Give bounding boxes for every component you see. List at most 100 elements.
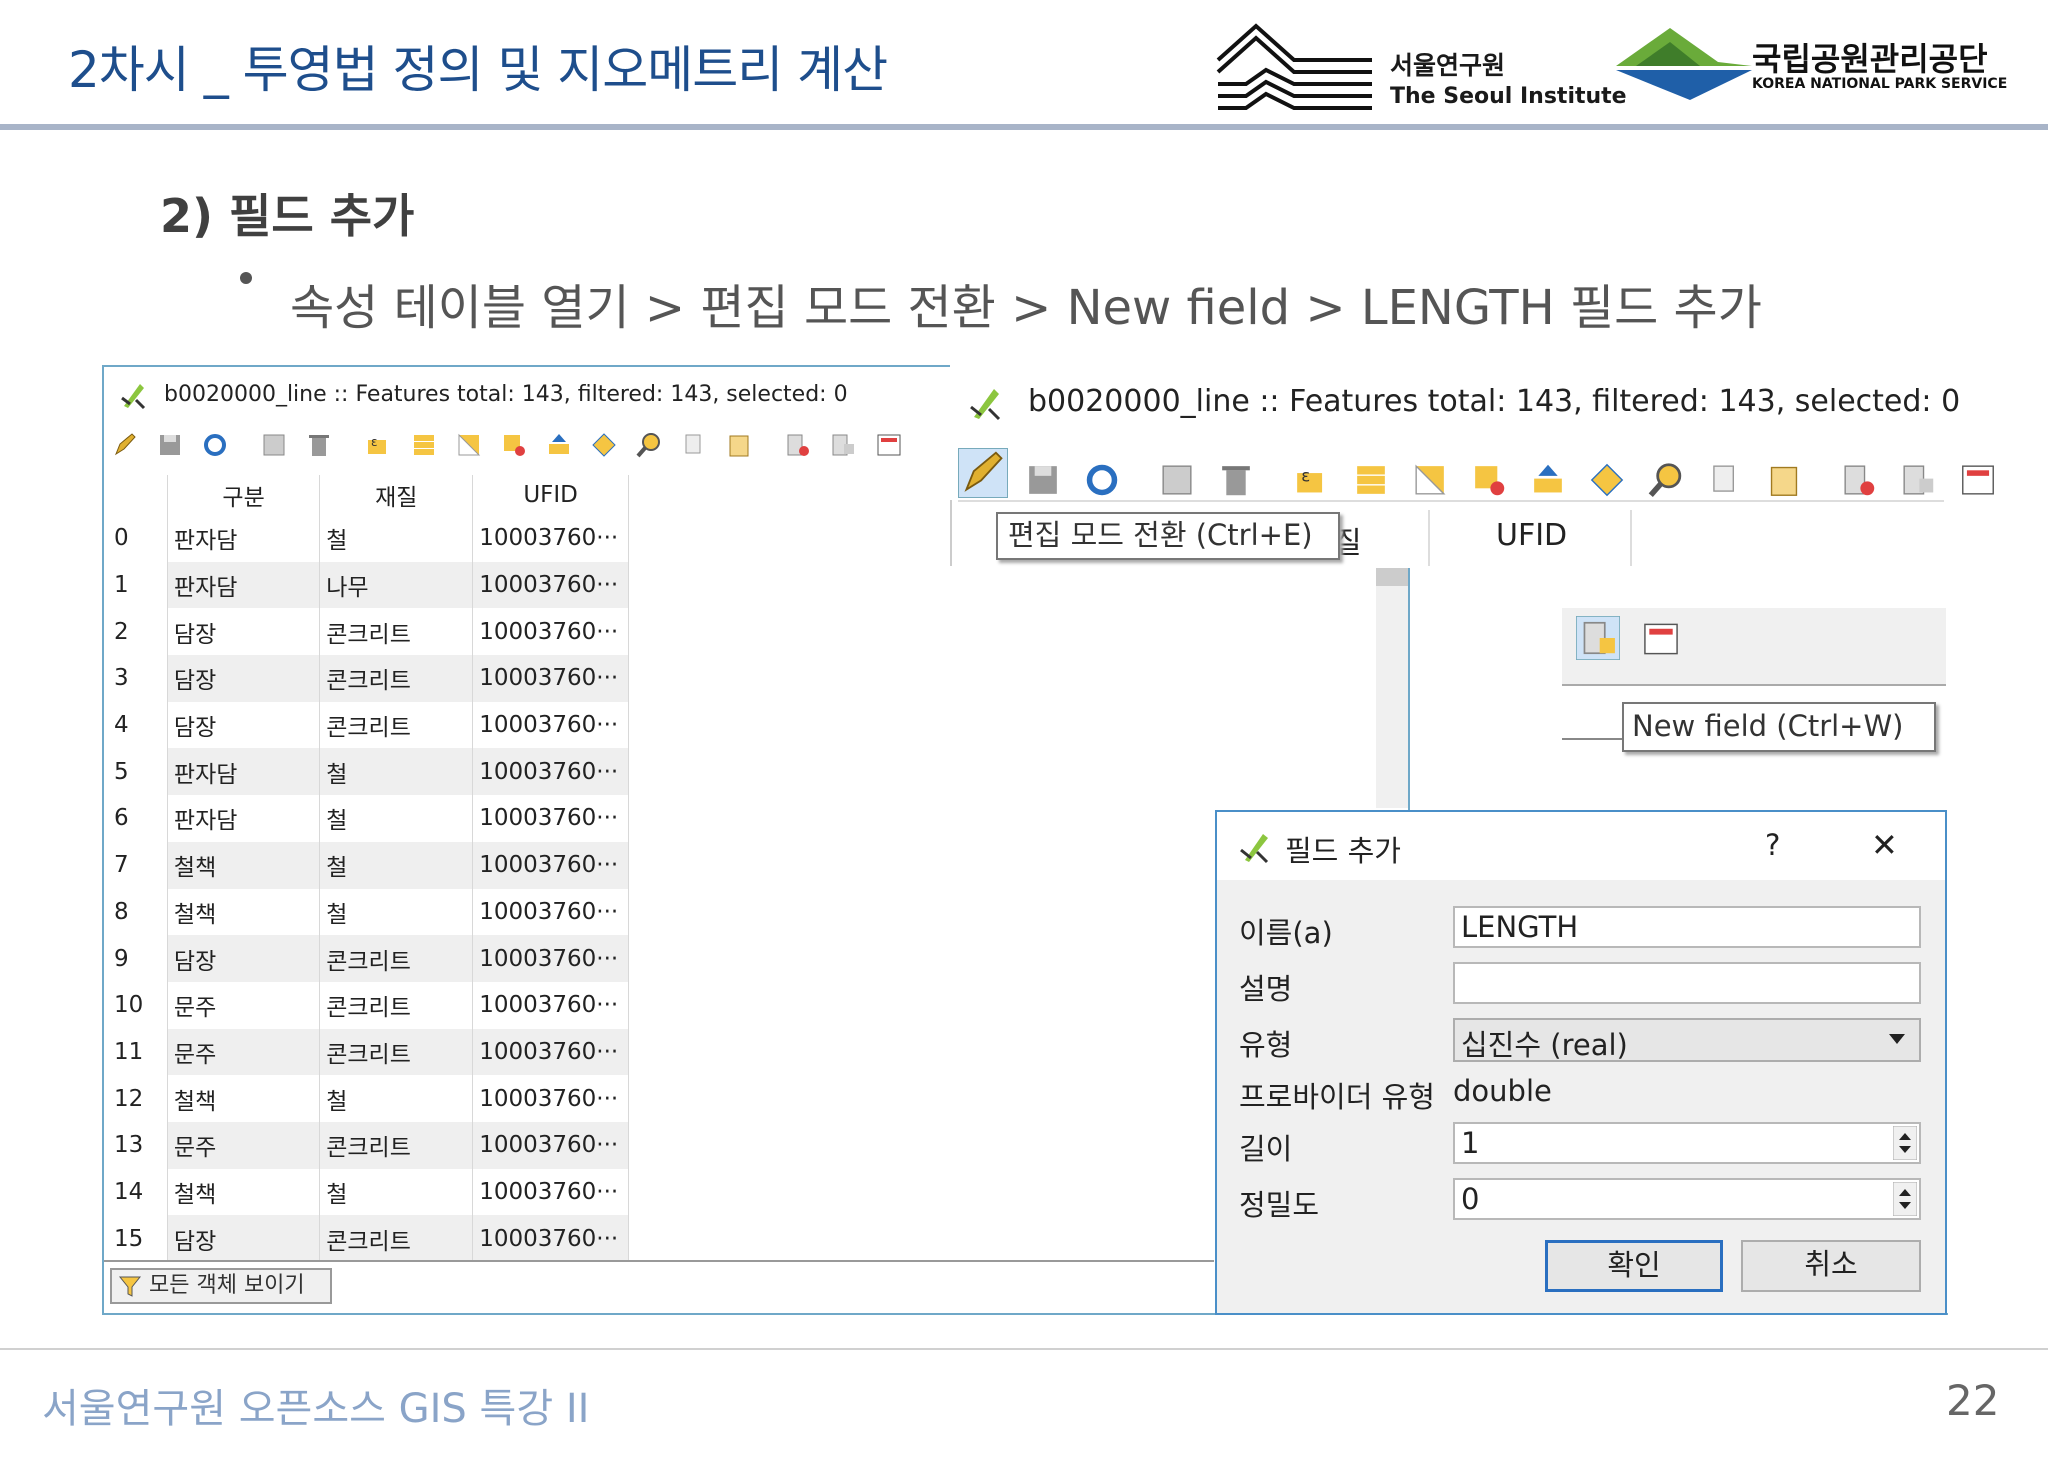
precision-spinbox[interactable]: 0 — [1453, 1178, 1921, 1220]
row-index[interactable]: 5 — [104, 748, 168, 796]
move-to-top-icon[interactable] — [1530, 462, 1566, 498]
field-calculator-icon[interactable] — [1960, 462, 1996, 498]
new-field-icon[interactable] — [1576, 616, 1620, 660]
cell-ufid[interactable]: 10003760··· — [472, 1075, 629, 1122]
length-spinbox[interactable]: 1 — [1453, 1122, 1921, 1164]
row-index[interactable]: 13 — [104, 1121, 168, 1169]
cell-gubun[interactable]: 담장 — [167, 935, 321, 982]
field-calculator-icon[interactable] — [1642, 620, 1680, 658]
row-index[interactable]: 7 — [104, 841, 168, 889]
deselect-icon[interactable] — [501, 432, 527, 458]
table-row[interactable]: 6 판자담 철 10003760··· — [104, 795, 629, 842]
row-index[interactable]: 11 — [104, 1028, 168, 1076]
table-row[interactable]: 10 문주 콘크리트 10003760··· — [104, 981, 629, 1029]
cell-material[interactable]: 콘크리트 — [319, 1215, 474, 1262]
cell-ufid[interactable]: 10003760··· — [472, 608, 629, 656]
cell-ufid[interactable]: 10003760··· — [472, 748, 629, 796]
cell-gubun[interactable]: 담장 — [167, 655, 321, 702]
copy-icon[interactable] — [1707, 462, 1743, 498]
cell-gubun[interactable]: 문주 — [167, 1028, 321, 1076]
pan-to-selected-icon[interactable] — [1589, 462, 1625, 498]
type-select[interactable]: 십진수 (real) — [1453, 1018, 1921, 1062]
table-row[interactable]: 9 담장 콘크리트 10003760··· — [104, 935, 629, 982]
spin-arrows-icon[interactable] — [1893, 1126, 1917, 1160]
reload-icon[interactable] — [1084, 462, 1120, 498]
cell-material[interactable]: 콘크리트 — [319, 935, 474, 982]
invert-selection-icon[interactable] — [456, 432, 482, 458]
cell-material[interactable]: 철 — [319, 795, 474, 842]
cell-gubun[interactable]: 담장 — [167, 1215, 321, 1262]
cell-gubun[interactable]: 철책 — [167, 1075, 321, 1122]
cell-ufid[interactable]: 10003760··· — [472, 935, 629, 982]
pan-to-selected-icon[interactable] — [591, 432, 617, 458]
comment-field[interactable] — [1453, 962, 1921, 1004]
cell-material[interactable]: 철 — [319, 1075, 474, 1122]
zoom-scrollbar[interactable] — [1376, 568, 1410, 808]
cell-ufid[interactable]: 10003760··· — [472, 655, 629, 702]
cell-ufid[interactable]: 10003760··· — [472, 981, 629, 1029]
row-index[interactable]: 8 — [104, 888, 168, 936]
row-index[interactable]: 0 — [104, 515, 168, 562]
cancel-button[interactable]: 취소 — [1741, 1240, 1921, 1292]
cell-ufid[interactable]: 10003760··· — [472, 1168, 629, 1216]
row-index[interactable]: 4 — [104, 701, 168, 749]
cell-ufid[interactable]: 10003760··· — [472, 1028, 629, 1076]
delete-icon[interactable] — [306, 432, 332, 458]
row-index[interactable]: 6 — [104, 795, 168, 842]
save-icon[interactable] — [1025, 462, 1061, 498]
cell-material[interactable]: 콘크리트 — [319, 1028, 474, 1076]
cell-ufid[interactable]: 10003760··· — [472, 1215, 629, 1262]
cell-gubun[interactable]: 판자담 — [167, 515, 321, 562]
scrollbar-thumb[interactable] — [1376, 568, 1408, 586]
delete-field-icon[interactable] — [1841, 462, 1877, 498]
cell-ufid[interactable]: 10003760··· — [472, 795, 629, 842]
cell-material[interactable]: 철 — [319, 841, 474, 889]
cell-ufid[interactable]: 10003760··· — [472, 841, 629, 889]
row-index[interactable]: 14 — [104, 1168, 168, 1216]
cell-material[interactable]: 콘크리트 — [319, 608, 474, 656]
name-field[interactable]: LENGTH — [1453, 906, 1921, 948]
move-to-top-icon[interactable] — [546, 432, 572, 458]
row-index[interactable]: 2 — [104, 608, 168, 656]
select-all-icon[interactable] — [1353, 462, 1389, 498]
expression-select-icon[interactable]: ε — [365, 432, 391, 458]
table-row[interactable]: 12 철책 철 10003760··· — [104, 1075, 629, 1122]
delete-icon[interactable] — [1218, 462, 1254, 498]
cell-gubun[interactable]: 담장 — [167, 608, 321, 656]
cell-ufid[interactable]: 10003760··· — [472, 888, 629, 936]
table-row[interactable]: 14 철책 철 10003760··· — [104, 1168, 629, 1216]
row-index[interactable]: 15 — [104, 1215, 168, 1262]
table-row[interactable]: 4 담장 콘크리트 10003760··· — [104, 701, 629, 749]
zoom-to-selected-icon[interactable] — [636, 432, 662, 458]
cell-ufid[interactable]: 10003760··· — [472, 515, 629, 562]
table-row[interactable]: 1 판자담 나무 10003760··· — [104, 561, 629, 609]
copy-icon[interactable] — [681, 432, 707, 458]
cell-material[interactable]: 콘크리트 — [319, 981, 474, 1029]
delete-field-icon[interactable] — [785, 432, 811, 458]
invert-selection-icon[interactable] — [1412, 462, 1448, 498]
cell-gubun[interactable]: 철책 — [167, 841, 321, 889]
field-calculator-icon[interactable] — [876, 432, 902, 458]
table-row[interactable]: 0 판자담 철 10003760··· — [104, 515, 629, 562]
column-header-gubun[interactable]: 구분 — [167, 475, 321, 515]
pencil-icon[interactable] — [112, 432, 138, 458]
cell-material[interactable]: 나무 — [319, 561, 474, 609]
add-feature-icon[interactable] — [1159, 462, 1195, 498]
cell-material[interactable]: 콘크리트 — [319, 655, 474, 702]
expression-select-icon[interactable]: ε — [1293, 462, 1329, 498]
cell-gubun[interactable]: 담장 — [167, 701, 321, 749]
spin-arrows-icon[interactable] — [1893, 1182, 1917, 1216]
row-index[interactable]: 10 — [104, 981, 168, 1029]
cell-material[interactable]: 철 — [319, 1168, 474, 1216]
cell-gubun[interactable]: 문주 — [167, 1121, 321, 1169]
save-icon[interactable] — [157, 432, 183, 458]
table-row[interactable]: 8 철책 철 10003760··· — [104, 888, 629, 936]
cell-gubun[interactable]: 판자담 — [167, 561, 321, 609]
cell-ufid[interactable]: 10003760··· — [472, 561, 629, 609]
paste-icon[interactable] — [1766, 462, 1802, 498]
column-header-material[interactable]: 재질 — [319, 475, 474, 515]
select-all-icon[interactable] — [411, 432, 437, 458]
cell-material[interactable]: 콘크리트 — [319, 1121, 474, 1169]
row-index[interactable]: 1 — [104, 561, 168, 609]
row-index[interactable]: 9 — [104, 935, 168, 982]
